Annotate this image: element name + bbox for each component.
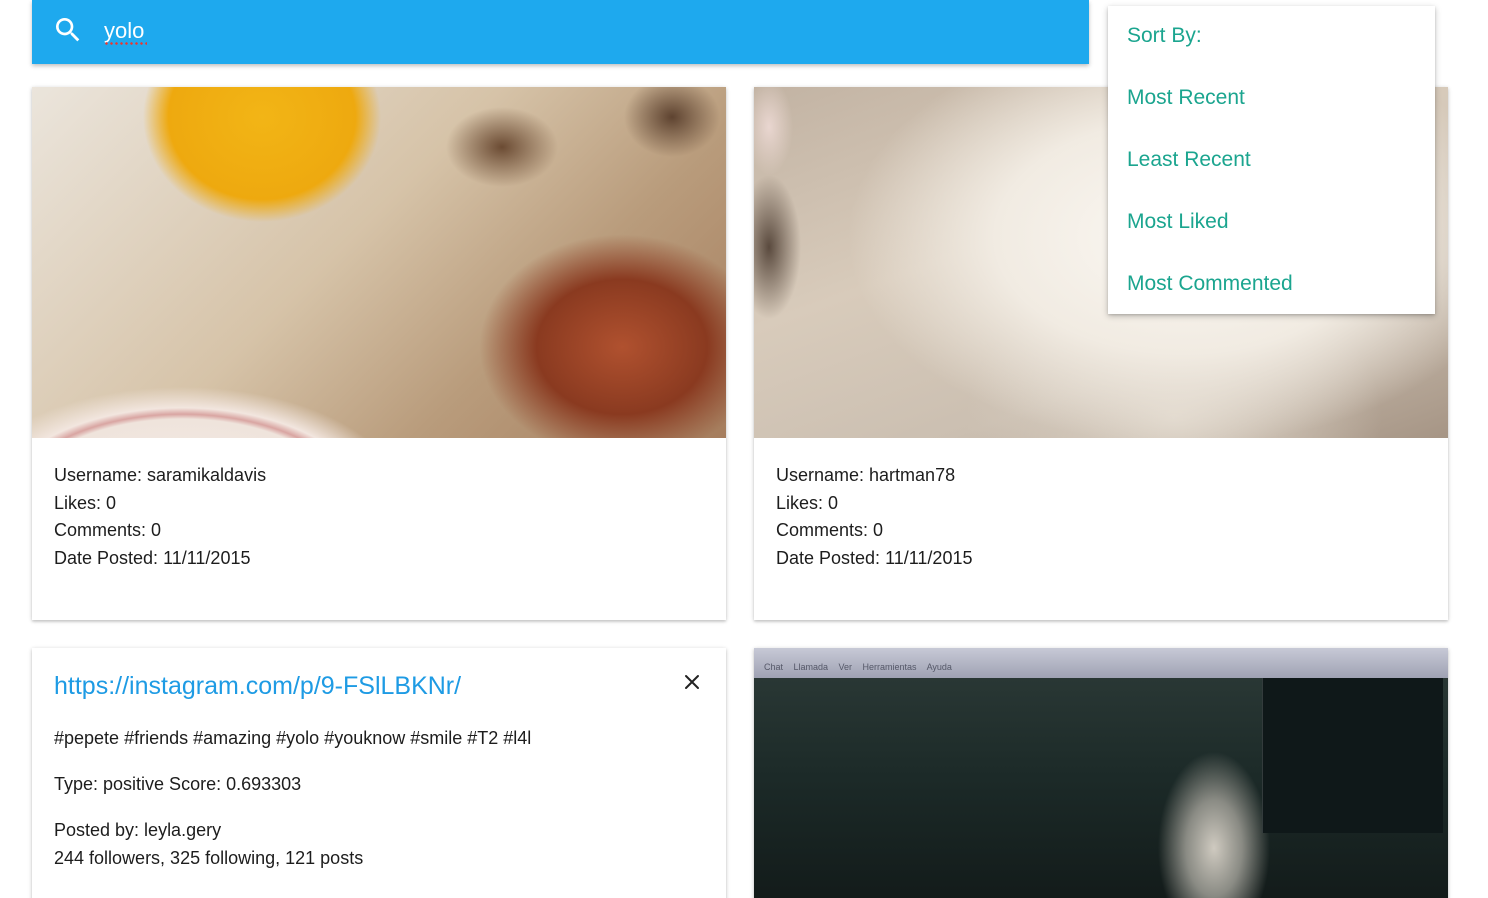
post-hashtags: #pepete #friends #amazing #yolo #youknow… [54, 728, 532, 748]
search-icon[interactable] [52, 14, 84, 46]
author-stats: 244 followers, 325 following, 121 posts [54, 848, 364, 868]
close-icon[interactable] [684, 674, 700, 690]
post-card[interactable]: Chat Llamada Ver Herramientas Ayuda [754, 648, 1448, 898]
post-username: Username: hartman78 [776, 465, 956, 485]
post-likes: Likes: 0 [54, 492, 117, 513]
post-likes: Likes: 0 [776, 492, 839, 513]
post-username: Username: saramikaldavis [54, 465, 267, 485]
post-info: Username: hartman78 Likes: 0 Comments: 0… [776, 462, 972, 573]
search-bar [32, 0, 1089, 64]
post-date: Date Posted: 11/11/2015 [54, 548, 251, 569]
spellcheck-underline [104, 42, 147, 45]
page: Sort By: Most Recent Least Recent Most L… [0, 0, 1488, 898]
sort-option-least-recent[interactable]: Least Recent [1127, 148, 1251, 172]
search-input[interactable] [104, 14, 1004, 48]
post-comments: Comments: 0 [54, 520, 162, 541]
video-chat-pip [1262, 678, 1443, 833]
post-detail-card: https://instagram.com/p/9-FSlLBKNr/ #pep… [32, 648, 726, 898]
post-comments: Comments: 0 [776, 520, 884, 541]
sort-dropdown: Sort By: Most Recent Least Recent Most L… [1108, 6, 1435, 314]
post-card[interactable]: Username: saramikaldavis Likes: 0 Commen… [32, 87, 726, 620]
posted-by: Posted by: leyla.gery [54, 820, 222, 840]
sort-option-most-commented[interactable]: Most Commented [1127, 272, 1293, 296]
post-date: Date Posted: 11/11/2015 [776, 548, 973, 569]
sort-option-most-liked[interactable]: Most Liked [1127, 210, 1229, 234]
post-image[interactable] [32, 87, 726, 438]
video-chat-menu-text: Chat Llamada Ver Herramientas Ayuda [764, 662, 952, 672]
post-link[interactable]: https://instagram.com/p/9-FSlLBKNr/ [54, 672, 461, 701]
sort-option-most-recent[interactable]: Most Recent [1127, 86, 1245, 110]
post-info: Username: saramikaldavis Likes: 0 Commen… [54, 462, 266, 573]
sentiment-score: Type: positive Score: 0.693303 [54, 774, 302, 794]
video-chat-menubar: Chat Llamada Ver Herramientas Ayuda [754, 648, 1448, 678]
post-image[interactable]: Chat Llamada Ver Herramientas Ayuda [754, 648, 1448, 898]
sort-title: Sort By: [1127, 24, 1202, 47]
